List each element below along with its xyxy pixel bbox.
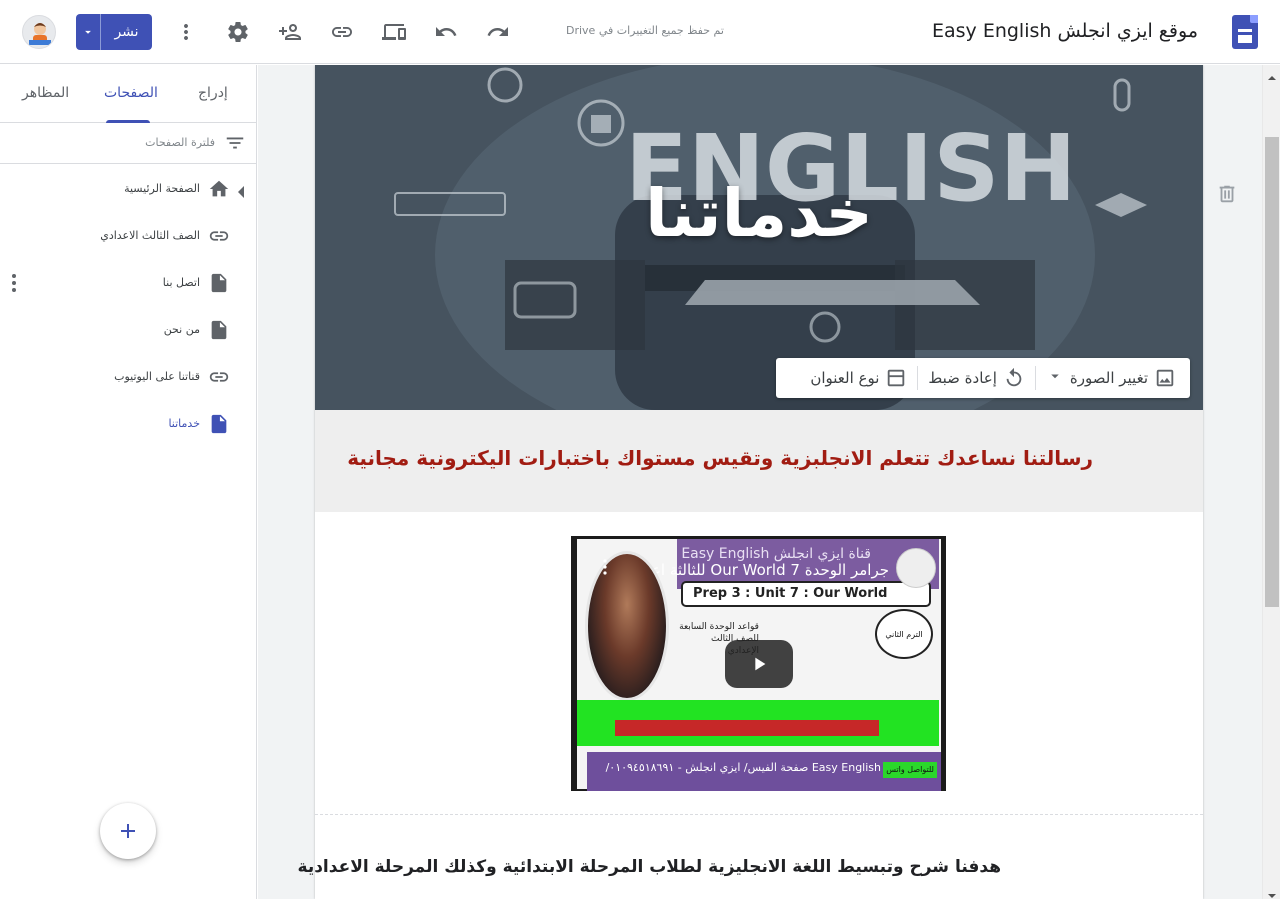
hero-title[interactable]: خدماتنا [315,175,1203,252]
canvas-scrollbar[interactable] [1262,65,1280,899]
play-icon [755,657,766,671]
title-type-label: نوع العنوان [810,369,880,387]
video-contact-badge: للتواصل واتس [883,762,937,778]
publish-button[interactable]: نشر [76,14,152,50]
page-item-label: قناتنا على اليوتيوب [114,370,200,383]
page-item-contact[interactable]: اتصل بنا [0,272,230,298]
preview-devices-icon[interactable] [382,20,406,44]
toolbar-divider [917,366,919,390]
video-channel-title: قناة ايزي انجلش Easy English [681,546,871,562]
teacher-photo [585,551,669,701]
filter-list-icon [224,132,246,154]
reset-icon [1006,367,1022,387]
scroll-down-arrow-icon[interactable] [1267,886,1277,898]
site-title[interactable]: موقع ايزي انجلش Easy English [932,20,1198,42]
page-more-options-icon[interactable] [4,271,24,295]
plus-icon [121,824,135,838]
save-status: تم حفظ جميع التغييرات في Drive [566,24,724,37]
page-item-label: من نحن [163,323,200,336]
change-image-button[interactable]: تغيير الصورة [1040,364,1182,392]
more-vertical-icon[interactable] [174,20,198,44]
page-item-label: الصفحة الرئيسية [124,182,200,195]
video-term-bubble: الترم الثاني [875,609,933,659]
document-icon [208,319,230,341]
arrow-drop-down-icon [1046,367,1064,389]
title-type-button[interactable]: نوع العنوان [804,364,913,392]
page-item-services[interactable]: خدماتنا [0,413,230,439]
header-type-icon [888,369,905,387]
undo-icon[interactable] [434,20,458,44]
subscribe-graphic [615,720,879,736]
page-item-home[interactable]: الصفحة الرئيسية [0,178,230,204]
link-icon [208,225,230,247]
editor-canvas: ENGLISH خدماتنا تغيير الصورة إعادة ضبط ن… [258,65,1262,899]
share-add-person-icon[interactable] [278,20,302,44]
tab-insert[interactable]: إدراج [198,85,228,101]
scrollbar-thumb[interactable] [1265,137,1279,607]
goal-text[interactable]: هدفنا شرح وتبسيط اللغة الانجليزية لطلاب … [298,857,1001,877]
video-green-strip [577,700,939,746]
reset-button[interactable]: إعادة ضبط [922,364,1031,392]
channel-avatar[interactable] [896,548,936,588]
avatar-character-icon [29,23,51,45]
toolbar-divider [1034,366,1036,390]
link-icon [208,366,230,388]
page-item-youtube[interactable]: قناتنا على اليوتيوب [0,366,230,392]
tab-pages[interactable]: الصفحات [104,85,158,101]
home-icon [208,178,230,200]
document-icon [208,413,230,435]
document-icon [208,272,230,294]
mission-section[interactable]: رسالتنا نساعدك تتعلم الانجلبزية وتقيس مس… [315,410,1203,512]
change-image-label: تغيير الصورة [1069,369,1148,387]
scroll-up-arrow-icon[interactable] [1267,68,1277,80]
settings-gear-icon[interactable] [226,20,250,44]
collapse-arrow-icon[interactable] [236,183,246,198]
page-item-label: خدماتنا [168,417,200,430]
delete-trash-icon[interactable] [1216,183,1238,205]
publish-options-dropdown[interactable] [76,14,101,50]
page-item-label: الصف الثالث الاعدادي [100,229,200,242]
video-footer-text: Easy English صفحة الفيس/ ايزي انجلش - ٠١… [605,761,881,774]
video-unit-text: Prep 3 : Unit 7 : Our World [693,586,888,601]
header-image-toolbar: تغيير الصورة إعادة ضبط نوع العنوان [776,358,1190,398]
image-icon [1156,369,1174,387]
page-item-label: اتصل بنا [162,276,200,289]
play-button[interactable] [725,640,793,688]
add-page-button[interactable] [100,803,156,859]
video-unit-box: Prep 3 : Unit 7 : Our World [681,581,931,607]
video-footer-banner: Easy English صفحة الفيس/ ايزي انجلش - ٠١… [587,752,941,791]
video-title: جرامر الوحدة Our World 7 للثالثة اعدادي [621,561,890,579]
video-more-icon[interactable] [601,558,609,576]
google-sites-logo-icon [1232,15,1258,49]
tab-themes[interactable]: المظاهر [22,85,69,101]
reset-label: إعادة ضبط [928,369,997,387]
page-item-prep3[interactable]: الصف الثالث الاعدادي [0,225,230,251]
top-bar: موقع ايزي انجلش Easy English تم حفظ جميع… [0,0,1280,64]
filter-pages-placeholder: فلترة الصفحات [145,136,215,149]
arrow-drop-down-icon [85,30,91,34]
panel-tabs: إدراج الصفحات المظاهر [0,65,256,123]
mission-text[interactable]: رسالتنا نساعدك تتعلم الانجلبزية وتقيس مس… [347,446,1093,470]
link-icon[interactable] [330,20,354,44]
publish-label: نشر [114,24,139,40]
page-item-about[interactable]: من نحن [0,319,230,345]
redo-icon[interactable] [486,20,510,44]
filter-pages-row[interactable]: فلترة الصفحات [0,123,256,164]
header-banner[interactable]: ENGLISH خدماتنا تغيير الصورة إعادة ضبط ن… [315,65,1203,410]
youtube-video-embed[interactable]: قناة ايزي انجلش Easy English جرامر الوحد… [571,536,946,791]
site-page: ENGLISH خدماتنا تغيير الصورة إعادة ضبط ن… [298,65,1203,899]
account-avatar[interactable] [22,15,56,49]
section-divider [315,814,1203,815]
side-panel: إدراج الصفحات المظاهر فلترة الصفحات الصف… [0,65,257,899]
